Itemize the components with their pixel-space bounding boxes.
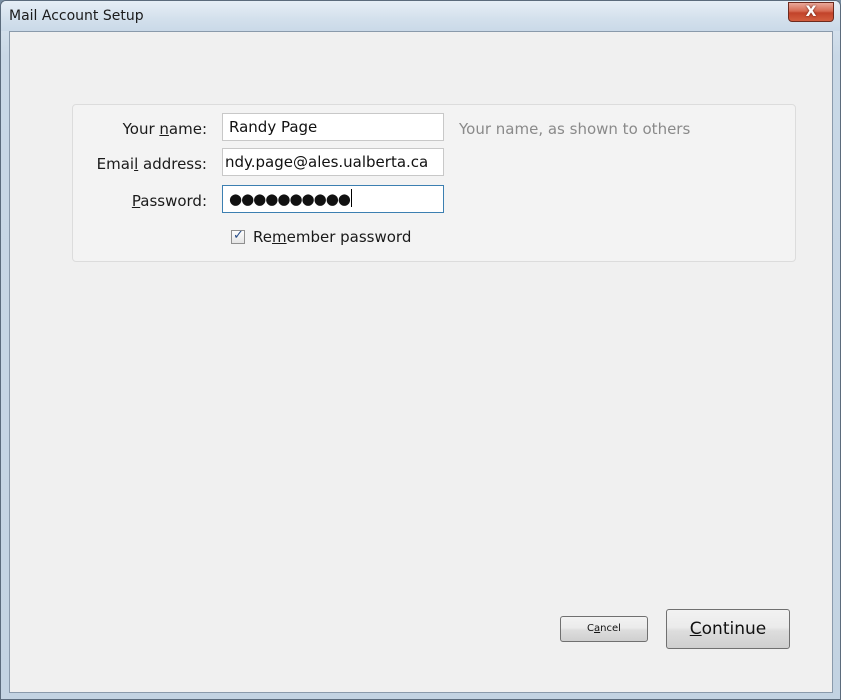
account-form-panel: Your name: Randy Page Your name, as show… — [72, 104, 796, 262]
label-accel: n — [159, 120, 169, 138]
password-label: Password: — [132, 192, 207, 210]
label-text: address: — [138, 155, 207, 173]
label-accel: P — [131, 192, 141, 210]
label-text: ame: — [168, 120, 207, 138]
window-title: Mail Account Setup — [9, 8, 144, 24]
your-name-label: Your name: — [123, 120, 207, 138]
label-text: ember password — [286, 228, 412, 246]
dialog-content: Your name: Randy Page Your name, as show… — [9, 31, 833, 693]
button-accel: C — [689, 619, 702, 639]
your-name-hint: Your name, as shown to others — [459, 120, 691, 138]
password-mask: ●●●●●●●●●● — [229, 190, 351, 208]
email-address-input[interactable]: ndy.page@ales.ualberta.ca — [222, 148, 444, 176]
mail-account-setup-window: Mail Account Setup X Your name: Randy Pa… — [0, 0, 841, 700]
remember-password-label[interactable]: Remember password — [253, 228, 411, 246]
button-text: ontinue — [701, 619, 767, 639]
checkmark-icon: ✓ — [233, 228, 244, 243]
label-text: assword: — [140, 192, 207, 210]
label-text: Emai — [96, 155, 135, 173]
text-caret — [350, 189, 352, 207]
password-input[interactable]: ●●●●●●●●●● — [222, 185, 444, 213]
continue-button[interactable]: Continue — [666, 609, 790, 649]
label-accel: m — [271, 228, 287, 246]
title-bar[interactable]: Mail Account Setup X — [1, 1, 840, 31]
label-text: Your — [122, 120, 160, 138]
label-text: Re — [253, 228, 272, 246]
cancel-button[interactable]: Cancel — [560, 616, 648, 642]
button-text: ncel — [600, 623, 621, 634]
remember-password-checkbox[interactable]: ✓ — [231, 228, 245, 244]
your-name-input[interactable]: Randy Page — [222, 113, 444, 141]
email-address-label: Email address: — [97, 155, 207, 173]
close-button[interactable]: X — [788, 2, 834, 22]
button-text: C — [587, 623, 595, 634]
close-icon: X — [805, 4, 817, 20]
